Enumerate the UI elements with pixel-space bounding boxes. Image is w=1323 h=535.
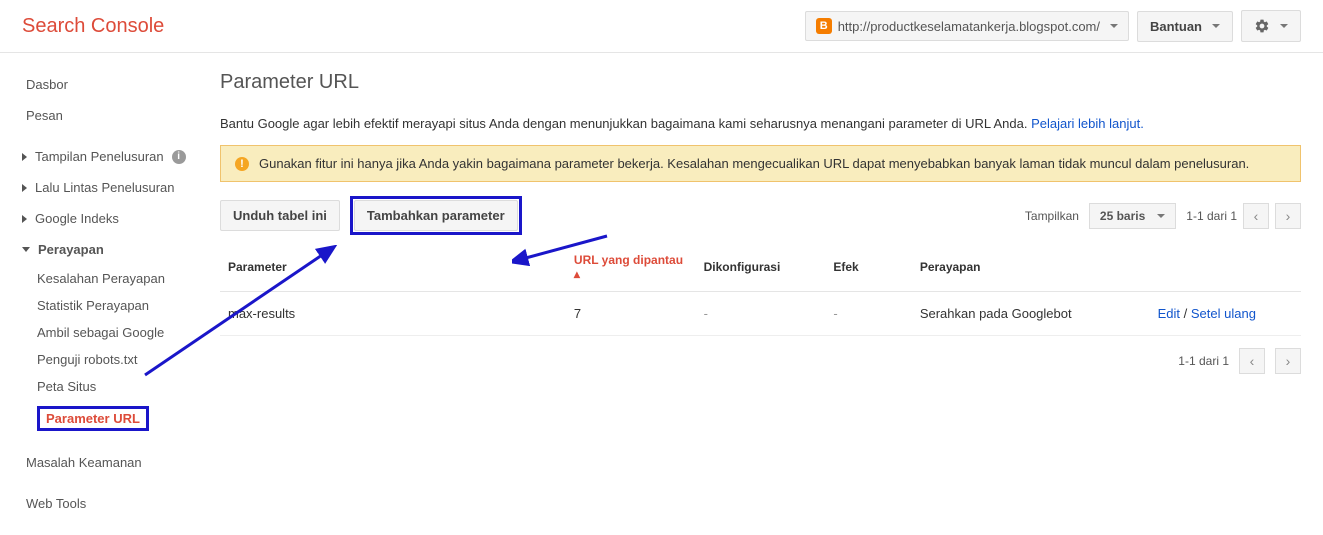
show-label: Tampilkan: [1025, 209, 1079, 223]
col-dikonfigurasi[interactable]: Dikonfigurasi: [696, 243, 826, 292]
pager-text-bottom: 1-1 dari 1: [1178, 354, 1229, 368]
warning-icon: !: [235, 157, 249, 171]
sidebar-sub-parameter[interactable]: Parameter URL: [0, 400, 202, 437]
warning-banner: ! Gunakan fitur ini hanya jika Anda yaki…: [220, 145, 1301, 182]
chevron-right-icon: [22, 184, 27, 192]
sidebar-label: Lalu Lintas Penelusuran: [35, 180, 175, 195]
col-efek[interactable]: Efek: [825, 243, 911, 292]
col-url[interactable]: URL yang dipantau ▴: [566, 243, 696, 292]
table-row: max-results 7 - - Serahkan pada Googlebo…: [220, 292, 1301, 336]
rows-per-page-select[interactable]: 25 baris: [1089, 203, 1176, 229]
rows-value: 25 baris: [1100, 209, 1145, 223]
chevron-down-icon: [1110, 24, 1118, 28]
pager-prev-button-bottom[interactable]: ‹: [1239, 348, 1265, 374]
sidebar-sub-kesalahan[interactable]: Kesalahan Perayapan: [0, 265, 202, 292]
sidebar-label: Google Indeks: [35, 211, 119, 226]
sidebar-sub-penguji[interactable]: Penguji robots.txt: [0, 346, 202, 373]
col-url-label: URL yang dipantau: [574, 253, 683, 267]
pager-next-button[interactable]: ›: [1275, 203, 1301, 229]
chevron-right-icon: [22, 215, 27, 223]
sidebar-item-webtools[interactable]: Web Tools: [0, 488, 202, 519]
learn-more-link[interactable]: Pelajari lebih lanjut.: [1031, 116, 1144, 131]
pager-prev-button[interactable]: ‹: [1243, 203, 1269, 229]
reset-link[interactable]: Setel ulang: [1191, 306, 1256, 321]
highlight-annotation: Parameter URL: [37, 406, 149, 431]
sidebar-sub-peta[interactable]: Peta Situs: [0, 373, 202, 400]
parameters-table: Parameter URL yang dipantau ▴ Dikonfigur…: [220, 243, 1301, 336]
cell-perayapan: Serahkan pada Googlebot: [912, 292, 1150, 336]
col-parameter[interactable]: Parameter: [220, 243, 566, 292]
pager-text: 1-1 dari 1: [1186, 209, 1237, 223]
gear-icon: [1254, 18, 1270, 34]
help-label: Bantuan: [1150, 19, 1202, 34]
sidebar-label: Tampilan Penelusuran: [35, 149, 164, 164]
warning-text: Gunakan fitur ini hanya jika Anda yakin …: [259, 156, 1249, 171]
chevron-down-icon: [1157, 214, 1165, 218]
pager-next-button-bottom[interactable]: ›: [1275, 348, 1301, 374]
add-parameter-button[interactable]: Tambahkan parameter: [354, 200, 518, 231]
sidebar-item-masalah[interactable]: Masalah Keamanan: [0, 447, 202, 478]
sidebar-item-tampilan[interactable]: Tampilan Penelusuran i: [0, 141, 202, 172]
chevron-right-icon: [22, 153, 27, 161]
cell-url: 7: [566, 292, 696, 336]
download-table-button[interactable]: Unduh tabel ini: [220, 200, 340, 231]
col-perayapan[interactable]: Perayapan: [912, 243, 1150, 292]
edit-link[interactable]: Edit: [1158, 306, 1180, 321]
sidebar-sub-ambil[interactable]: Ambil sebagai Google: [0, 319, 202, 346]
sidebar-item-perayapan[interactable]: Perayapan: [0, 234, 202, 265]
cell-dikonfigurasi: -: [696, 292, 826, 336]
settings-button[interactable]: [1241, 10, 1301, 42]
sidebar-sub-statistik[interactable]: Statistik Perayapan: [0, 292, 202, 319]
intro-text: Bantu Google agar lebih efektif merayapi…: [220, 116, 1301, 131]
blogger-icon: B: [816, 18, 832, 34]
page-title: Parameter URL: [220, 71, 1301, 94]
intro-body: Bantu Google agar lebih efektif merayapi…: [220, 116, 1031, 131]
sidebar: Dasbor Pesan Tampilan Penelusuran i Lalu…: [0, 53, 202, 535]
sidebar-item-google-indeks[interactable]: Google Indeks: [0, 203, 202, 234]
sort-asc-icon: ▴: [574, 267, 580, 281]
site-url: http://productkeselamatankerja.blogspot.…: [838, 19, 1100, 34]
app-title: Search Console: [22, 15, 164, 38]
main-content: Parameter URL Bantu Google agar lebih ef…: [202, 53, 1323, 535]
cell-efek: -: [825, 292, 911, 336]
cell-actions: Edit / Setel ulang: [1150, 292, 1301, 336]
info-icon: i: [172, 150, 186, 164]
sidebar-item-lalu-lintas[interactable]: Lalu Lintas Penelusuran: [0, 172, 202, 203]
site-selector[interactable]: B http://productkeselamatankerja.blogspo…: [805, 11, 1129, 41]
sidebar-label: Perayapan: [38, 242, 104, 257]
chevron-down-icon: [1280, 24, 1288, 28]
chevron-down-icon: [22, 247, 30, 252]
help-button[interactable]: Bantuan: [1137, 11, 1233, 42]
chevron-down-icon: [1212, 24, 1220, 28]
sidebar-item-pesan[interactable]: Pesan: [0, 100, 202, 131]
cell-parameter: max-results: [220, 292, 566, 336]
sidebar-item-dasbor[interactable]: Dasbor: [0, 69, 202, 100]
